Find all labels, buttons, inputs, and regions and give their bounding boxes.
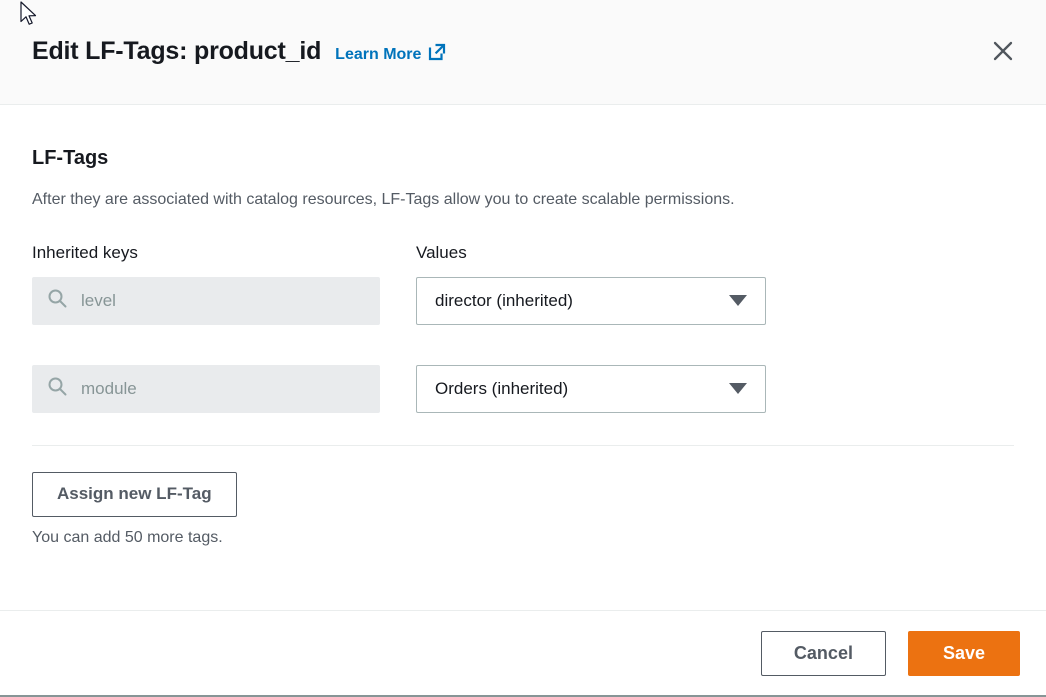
learn-more-label: Learn More (335, 46, 421, 64)
modal-header: Edit LF-Tags: product_id Learn More (0, 0, 1046, 105)
page-title: Edit LF-Tags: product_id (32, 37, 321, 66)
header-title-group: Edit LF-Tags: product_id Learn More (32, 37, 447, 68)
value-select-level[interactable]: director (inherited) (416, 277, 766, 325)
chevron-down-icon (729, 383, 747, 394)
grid-spacer (380, 243, 416, 277)
tags-remaining-text: You can add 50 more tags. (32, 529, 1014, 547)
row-spacer (32, 325, 380, 365)
value-select-module[interactable]: Orders (inherited) (416, 365, 766, 413)
key-value-text: level (81, 291, 116, 311)
section-description: After they are associated with catalog r… (32, 190, 1014, 211)
key-input-level[interactable]: level (32, 277, 380, 325)
lf-tags-grid: Inherited keys Values level director (in… (32, 243, 1014, 413)
inherited-keys-label: Inherited keys (32, 243, 380, 277)
value-select-text: director (inherited) (435, 291, 573, 311)
close-button[interactable] (986, 35, 1020, 69)
section-divider (32, 445, 1014, 446)
assign-new-lf-tag-button[interactable]: Assign new LF-Tag (32, 472, 237, 517)
modal-footer: Cancel Save (0, 610, 1046, 695)
row-spacer (380, 325, 416, 365)
grid-spacer (380, 365, 416, 413)
edit-lf-tags-modal: Edit LF-Tags: product_id Learn More (0, 0, 1046, 697)
external-link-icon (427, 42, 447, 67)
key-value-text: module (81, 379, 137, 399)
row-spacer (416, 325, 766, 365)
key-input-module[interactable]: module (32, 365, 380, 413)
search-icon (47, 288, 67, 313)
close-icon (991, 39, 1015, 66)
modal-body: LF-Tags After they are associated with c… (0, 105, 1046, 610)
values-label: Values (416, 243, 766, 277)
section-title: LF-Tags (32, 147, 1014, 170)
search-icon (47, 376, 67, 401)
value-select-text: Orders (inherited) (435, 379, 568, 399)
cancel-button[interactable]: Cancel (761, 631, 886, 676)
grid-spacer (380, 277, 416, 325)
save-button[interactable]: Save (908, 631, 1020, 676)
chevron-down-icon (729, 295, 747, 306)
learn-more-link[interactable]: Learn More (335, 42, 447, 67)
